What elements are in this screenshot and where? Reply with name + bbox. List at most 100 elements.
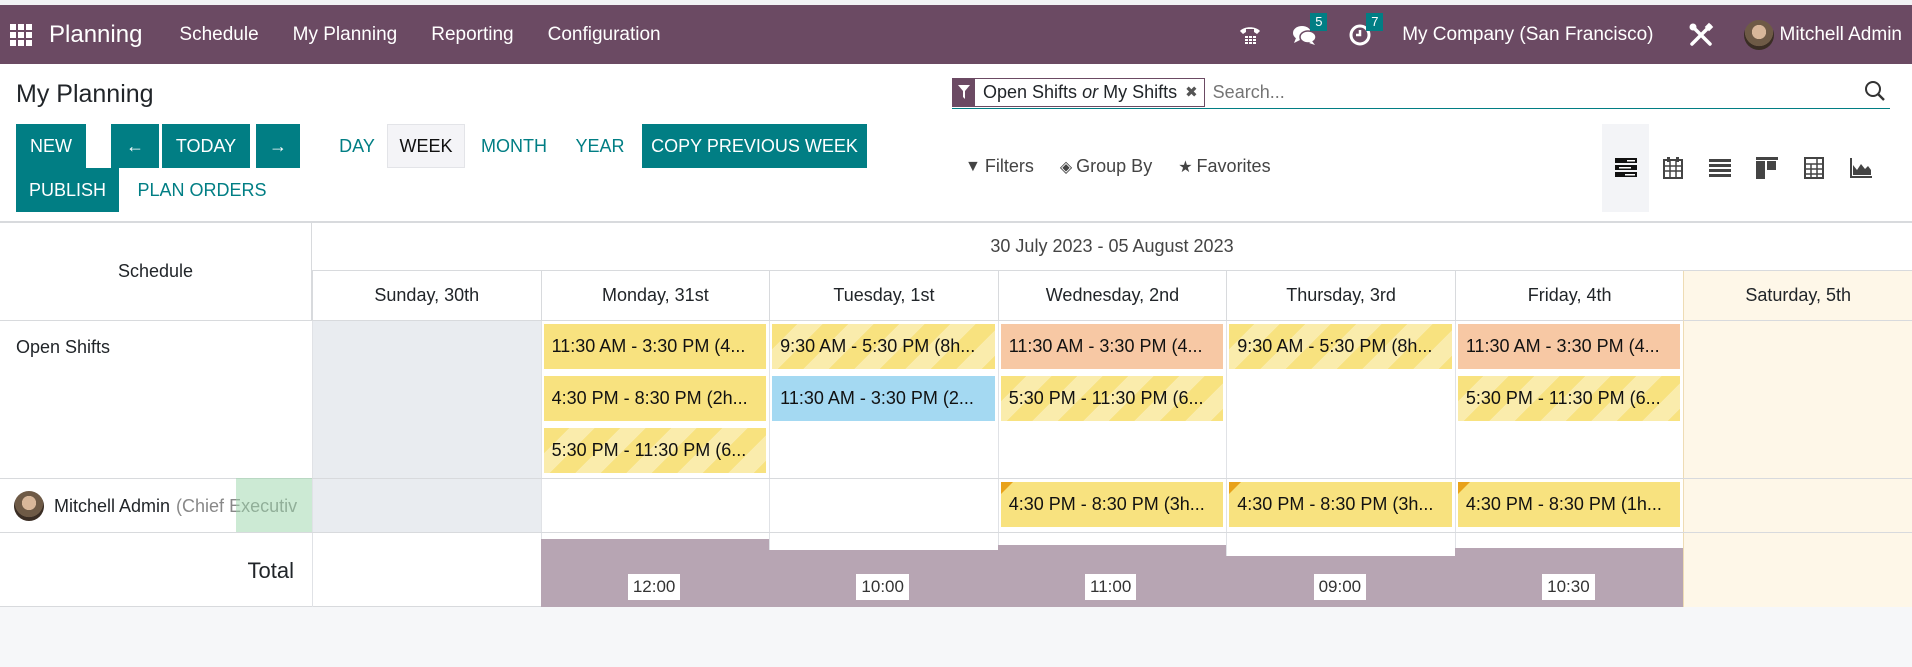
today-button[interactable]: TODAY xyxy=(162,124,250,168)
apps-grid-icon[interactable] xyxy=(10,23,32,46)
unavailable-cell[interactable] xyxy=(312,321,541,478)
pivot-icon xyxy=(1803,157,1824,179)
row-open-shifts[interactable]: Open Shifts xyxy=(16,321,110,373)
shift-pill-label: 11:30 AM - 3:30 PM (4... xyxy=(1008,336,1203,356)
shift-pill-label: 9:30 AM - 5:30 PM (8h... xyxy=(1237,336,1433,356)
shift-pill-label: 9:30 AM - 5:30 PM (8h... xyxy=(780,336,976,356)
shift-pill-label: 11:30 AM - 3:30 PM (4... xyxy=(1465,336,1660,356)
new-button[interactable]: NEW xyxy=(16,124,86,168)
search-bar: Open Shifts or My Shifts ✖ xyxy=(952,76,1890,109)
shift-pill[interactable]: 4:30 PM - 8:30 PM (2h... xyxy=(543,376,767,421)
view-pivot-button[interactable] xyxy=(1790,124,1837,212)
activities-badge: 7 xyxy=(1366,12,1384,31)
previous-button[interactable]: ← xyxy=(111,124,159,168)
schedule-header: Schedule xyxy=(0,223,312,321)
shift-pill-label: 11:30 AM - 3:30 PM (4... xyxy=(551,336,746,356)
shift-pill-label: 5:30 PM - 11:30 PM (6... xyxy=(1008,388,1204,408)
filter-icon xyxy=(953,78,975,106)
remove-facet-icon[interactable]: ✖ xyxy=(1185,79,1204,106)
scale-month-button[interactable]: MONTH xyxy=(470,124,558,168)
plan-orders-button[interactable]: PLAN ORDERS xyxy=(126,168,278,212)
menu-my-planning[interactable]: My Planning xyxy=(293,24,398,46)
calendar-icon xyxy=(1662,157,1683,179)
layers-icon: ◈ xyxy=(1059,158,1073,176)
total-bar-label: 10:00 xyxy=(856,574,909,600)
scale-year-button[interactable]: YEAR xyxy=(568,124,632,168)
facet-separator: or xyxy=(1082,81,1099,102)
tools-icon[interactable] xyxy=(1688,22,1714,48)
warning-corner-icon xyxy=(1457,482,1470,494)
day-header: Saturday, 5th xyxy=(1683,271,1912,321)
search-input[interactable] xyxy=(1212,81,1864,103)
total-row-label: Total xyxy=(0,533,294,608)
total-bar-label: 11:00 xyxy=(1085,574,1137,600)
shift-pill[interactable]: 5:30 PM - 11:30 PM (6... xyxy=(1000,376,1224,421)
clock-icon[interactable]: 7 xyxy=(1348,12,1384,47)
day-header: Thursday, 3rd xyxy=(1226,271,1455,321)
search-options: ▼ Filters ◈ Group By ★ Favorites xyxy=(965,156,1297,177)
shift-pill[interactable]: 11:30 AM - 3:30 PM (4... xyxy=(1457,324,1681,369)
filter-icon: ▼ xyxy=(965,157,981,175)
view-kanban-button[interactable] xyxy=(1743,124,1790,212)
row-label-employee: Mitchell Admin xyxy=(54,495,171,516)
total-bar-label: 12:00 xyxy=(627,574,681,600)
publish-button[interactable]: PUBLISH xyxy=(16,168,119,212)
user-menu[interactable]: Mitchell Admin xyxy=(1780,24,1903,46)
weekend-cell[interactable] xyxy=(1683,478,1912,532)
column-divider xyxy=(312,321,313,607)
menu-schedule[interactable]: Schedule xyxy=(179,24,258,46)
group-by-toggle[interactable]: ◈ Group By xyxy=(1060,156,1152,177)
phone-icon[interactable] xyxy=(1238,23,1262,47)
shift-pill-label: 5:30 PM - 11:30 PM (6... xyxy=(551,440,747,460)
favorites-toggle[interactable]: ★ Favorites xyxy=(1178,156,1270,177)
scale-week-button[interactable]: WEEK xyxy=(387,124,465,168)
shift-pill[interactable]: 9:30 AM - 5:30 PM (8h... xyxy=(1229,324,1452,369)
search-facet[interactable]: Open Shifts or My Shifts ✖ xyxy=(952,77,1205,107)
arrow-left-icon: ← xyxy=(126,135,144,156)
search-icon[interactable] xyxy=(1864,80,1888,104)
filters-toggle[interactable]: ▼ Filters xyxy=(965,156,1034,177)
unavailable-cell[interactable] xyxy=(312,478,541,532)
shift-pill[interactable]: 11:30 AM - 3:30 PM (4... xyxy=(543,324,767,369)
arrow-right-icon: → xyxy=(269,135,287,156)
star-icon: ★ xyxy=(1178,158,1193,176)
gantt-view: Schedule 30 July 2023 - 05 August 2023 S… xyxy=(0,222,1912,607)
chat-icon[interactable]: 5 xyxy=(1292,12,1328,47)
area-chart-icon xyxy=(1849,158,1872,178)
shift-pill[interactable]: 9:30 AM - 5:30 PM (8h... xyxy=(772,324,995,369)
view-calendar-button[interactable] xyxy=(1649,124,1696,212)
day-header: Tuesday, 1st xyxy=(769,271,998,321)
user-avatar[interactable] xyxy=(1743,19,1774,50)
gantt-icon xyxy=(1614,158,1637,177)
shift-pill-label: 4:30 PM - 8:30 PM (3h... xyxy=(1008,494,1205,514)
app-brand[interactable]: Planning xyxy=(49,21,142,49)
view-gantt-button[interactable] xyxy=(1602,124,1649,212)
day-header: Wednesday, 2nd xyxy=(997,271,1227,321)
menu-configuration[interactable]: Configuration xyxy=(548,24,661,46)
shift-pill[interactable]: 5:30 PM - 11:30 PM (6... xyxy=(543,428,767,473)
menu-reporting[interactable]: Reporting xyxy=(431,24,513,46)
facet-label: Open Shifts or My Shifts xyxy=(975,79,1185,106)
weekend-cell[interactable] xyxy=(1683,321,1912,478)
row-label-open-shifts: Open Shifts xyxy=(16,336,111,357)
shift-pill-label: 5:30 PM - 11:30 PM (6... xyxy=(1465,388,1661,408)
list-icon xyxy=(1708,159,1731,177)
shift-pill[interactable]: 4:30 PM - 8:30 PM (3h... xyxy=(1000,482,1224,527)
company-switcher[interactable]: My Company (San Francisco) xyxy=(1402,24,1653,46)
shift-pill[interactable]: 11:30 AM - 3:30 PM (2... xyxy=(772,376,995,421)
kanban-icon xyxy=(1755,157,1778,179)
next-button[interactable]: → xyxy=(256,124,300,168)
view-graph-button[interactable] xyxy=(1837,124,1884,212)
group-by-label: Group By xyxy=(1076,156,1153,176)
row-progress-highlight xyxy=(236,478,312,532)
shift-pill[interactable]: 4:30 PM - 8:30 PM (3h... xyxy=(1229,482,1452,527)
shift-pill[interactable]: 4:30 PM - 8:30 PM (1h... xyxy=(1457,482,1681,527)
shift-pill[interactable]: 11:30 AM - 3:30 PM (4... xyxy=(1000,324,1224,369)
shift-pill[interactable]: 5:30 PM - 11:30 PM (6... xyxy=(1457,376,1681,421)
facet-value-open-shifts: Open Shifts xyxy=(983,81,1078,102)
copy-previous-week-button[interactable]: COPY PREVIOUS WEEK xyxy=(642,124,867,168)
control-panel: My Planning NEW ← TODAY → DAY WEEK MONTH… xyxy=(0,64,1912,222)
scale-day-button[interactable]: DAY xyxy=(333,124,381,168)
employee-avatar xyxy=(14,491,44,521)
view-list-button[interactable] xyxy=(1696,124,1743,212)
